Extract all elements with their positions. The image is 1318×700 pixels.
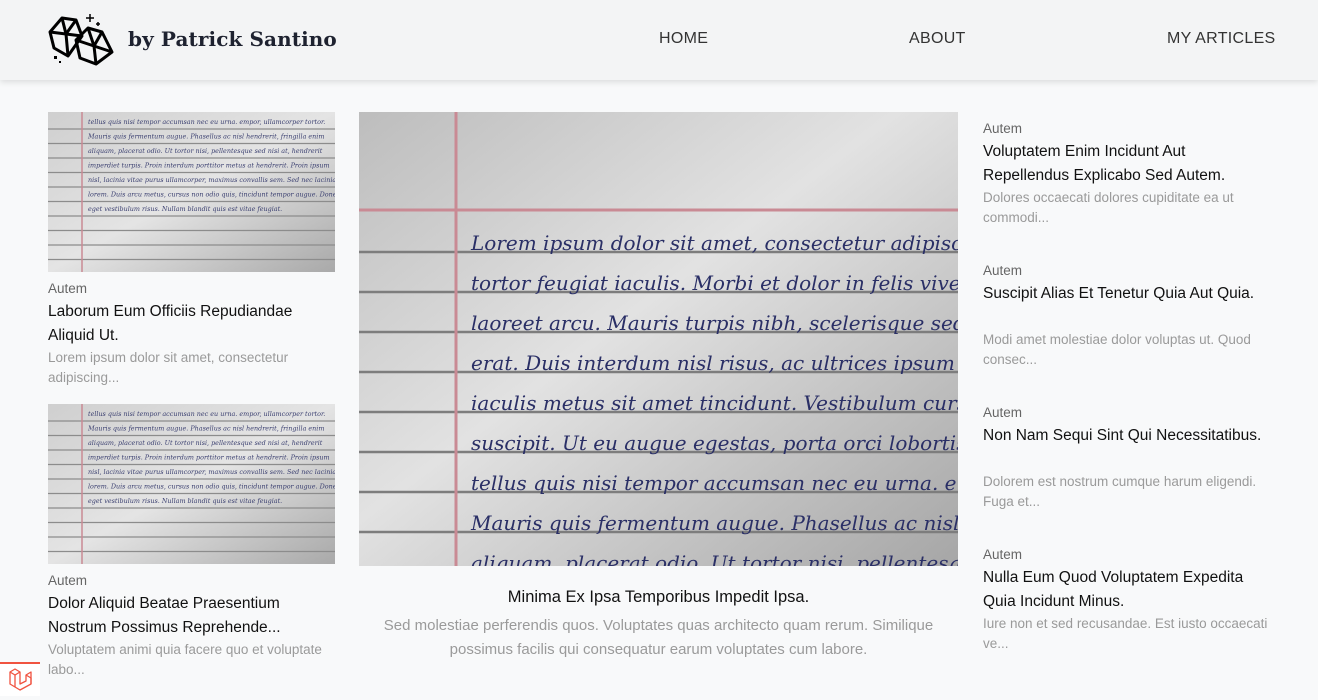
image-handwriting-line: Mauris quis fermentum augue. Phasellus a… bbox=[470, 511, 958, 535]
featured-article-image[interactable]: Lorem ipsum dolor sit amet, consectetur … bbox=[359, 112, 958, 566]
article-category[interactable]: Autem bbox=[48, 281, 87, 296]
article-title[interactable]: Voluptatem Enim Incidunt Aut Repellendus… bbox=[983, 140, 1273, 188]
site-header: by Patrick Santino HOME ABOUT MY ARTICLE… bbox=[0, 0, 1318, 80]
article-thumbnail[interactable]: tellus quis nisi tempor accumsan nec eu … bbox=[48, 404, 335, 564]
article-title[interactable]: Nulla Eum Quod Voluptatem Expedita Quia … bbox=[983, 566, 1273, 614]
image-handwriting-line: aliquam, placerat odio. Ut tortor nisi, … bbox=[88, 147, 323, 155]
site-brand[interactable]: by Patrick Santino bbox=[128, 27, 337, 51]
article-title[interactable]: Suscipit Alias Et Tenetur Quia Aut Quia. bbox=[983, 282, 1273, 306]
image-handwriting-line: Mauris quis fermentum augue. Phasellus a… bbox=[87, 133, 324, 141]
article-excerpt: Modi amet molestiae dolor voluptas ut. Q… bbox=[983, 332, 1251, 367]
nav-home-link[interactable]: HOME bbox=[659, 30, 708, 48]
image-handwriting-line: Mauris quis fermentum augue. Phasellus a… bbox=[87, 425, 324, 433]
article-excerpt: Voluptatem animi quia facere quo et volu… bbox=[48, 642, 322, 677]
image-handwriting-line: tortor feugiat iaculis. Morbi et dolor i… bbox=[471, 271, 958, 295]
article-category[interactable]: Autem bbox=[48, 573, 87, 588]
article-category[interactable]: Autem bbox=[983, 121, 1022, 136]
image-handwriting-line: aliquam, placerat odio. Ut tortor nisi, … bbox=[88, 439, 323, 447]
image-handwriting-line: tellus quis nisi tempor accumsan nec eu … bbox=[88, 410, 325, 418]
laravel-icon[interactable] bbox=[0, 662, 40, 696]
image-handwriting-line: laoreet arcu. Mauris turpis nibh, sceler… bbox=[471, 311, 958, 335]
image-handwriting-line: nisl, lacinia vitae purus ullamcorper, m… bbox=[88, 468, 335, 476]
article-excerpt: Dolores occaecati dolores cupiditate ea … bbox=[983, 190, 1234, 225]
article-excerpt: Lorem ipsum dolor sit amet, consectetur … bbox=[48, 350, 289, 385]
featured-article-title[interactable]: Minima Ex Ipsa Temporibus Impedit Ipsa. bbox=[359, 588, 958, 607]
nav-about-link[interactable]: ABOUT bbox=[909, 30, 966, 48]
article-title[interactable]: Non Nam Sequi Sint Qui Necessitatibus. bbox=[983, 424, 1273, 448]
image-handwriting-line: imperdiet turpis. Proin interdum porttit… bbox=[88, 454, 330, 462]
article-category[interactable]: Autem bbox=[983, 405, 1022, 420]
article-excerpt: Iure non et sed recusandae. Est iusto oc… bbox=[983, 616, 1268, 651]
image-handwriting-line: tellus quis nisi tempor accumsan nec eu … bbox=[471, 471, 958, 495]
article-category[interactable]: Autem bbox=[983, 263, 1022, 278]
image-handwriting-line: nisl, lacinia vitae purus ullamcorper, m… bbox=[88, 176, 335, 184]
image-handwriting-line: eget vestibulum risus. Nullam blandit qu… bbox=[88, 497, 282, 505]
image-handwriting-line: aliquam, placerat odio. Ut tortor nisi, … bbox=[471, 551, 958, 566]
article-thumbnail[interactable]: tellus quis nisi tempor accumsan nec eu … bbox=[48, 112, 335, 272]
nav-my-articles-link[interactable]: MY ARTICLES bbox=[1167, 30, 1276, 48]
article-title[interactable]: Laborum Eum Officiis Repudiandae Aliquid… bbox=[48, 300, 335, 348]
image-handwriting-line: iaculis metus sit amet tincidunt. Vestib… bbox=[471, 391, 958, 415]
image-handwriting-line: suscipit. Ut eu augue egestas, porta orc… bbox=[471, 431, 958, 455]
featured-article-excerpt: Sed molestiae perferendis quos. Voluptat… bbox=[383, 617, 934, 658]
image-handwriting-line: eget vestibulum risus. Nullam blandit qu… bbox=[88, 205, 282, 213]
image-handwriting-line: Lorem ipsum dolor sit amet, consectetur … bbox=[470, 231, 958, 255]
article-excerpt: Dolorem est nostrum cumque harum eligend… bbox=[983, 474, 1257, 509]
article-category[interactable]: Autem bbox=[983, 547, 1022, 562]
gems-logo-icon[interactable] bbox=[46, 12, 114, 68]
image-handwriting-line: erat. Duis interdum nisl risus, ac ultri… bbox=[471, 351, 958, 375]
image-handwriting-line: lorem. Duis arcu metus, cursus non odio … bbox=[88, 191, 335, 199]
image-handwriting-line: imperdiet turpis. Proin interdum porttit… bbox=[88, 162, 330, 170]
image-handwriting-line: lorem. Duis arcu metus, cursus non odio … bbox=[88, 483, 335, 491]
image-handwriting-line: tellus quis nisi tempor accumsan nec eu … bbox=[88, 118, 325, 126]
article-title[interactable]: Dolor Aliquid Beatae Praesentium Nostrum… bbox=[48, 592, 335, 640]
